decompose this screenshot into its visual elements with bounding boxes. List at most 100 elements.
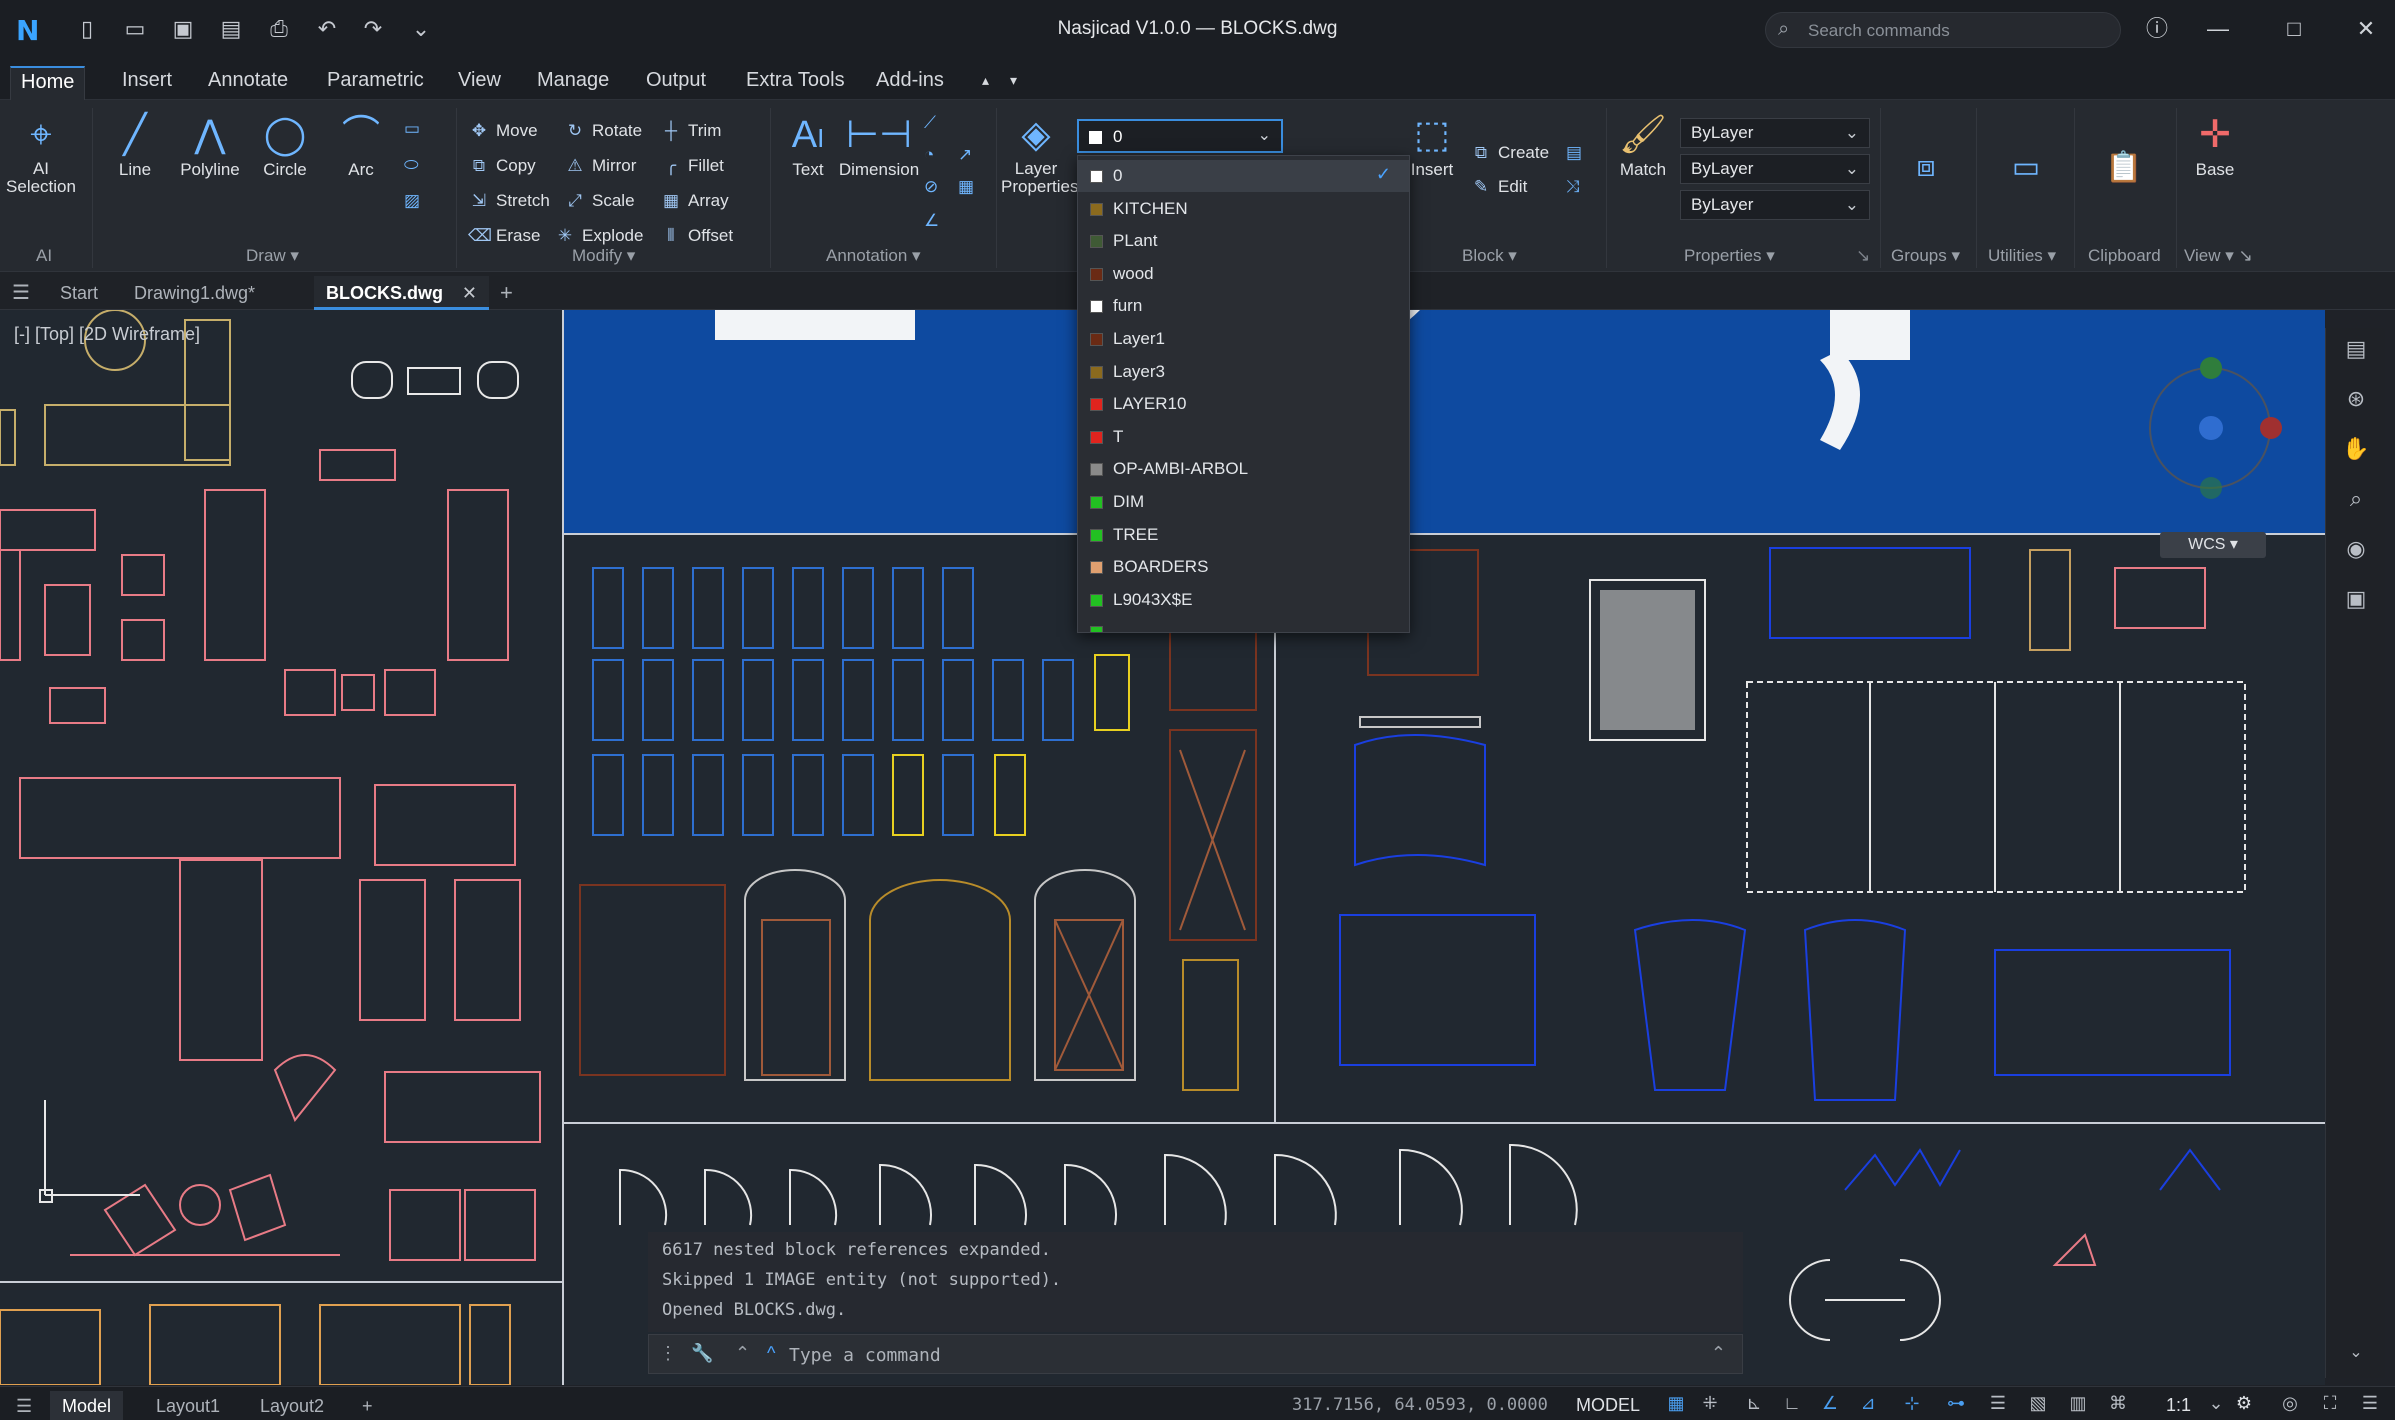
color-dropdown[interactable]: ByLayer ⌄ xyxy=(1680,118,1870,148)
layer-item[interactable]: L9043X$E xyxy=(1078,584,1409,616)
open-folder-icon[interactable]: ▭ xyxy=(120,14,150,44)
status-menu-icon[interactable]: ☰ xyxy=(4,1391,44,1420)
linetype-dropdown[interactable]: ByLayer ⌄ xyxy=(1680,154,1870,184)
search-input[interactable] xyxy=(1808,19,2108,43)
tab-layout1[interactable]: Layout1 xyxy=(144,1391,232,1420)
layer-item[interactable]: 0 ✓ xyxy=(1078,160,1409,192)
group-icon[interactable]: ⧈ xyxy=(1906,150,1946,184)
new-tab-button[interactable]: + xyxy=(488,276,525,310)
command-line[interactable]: ⋮ 🔧 ⌃ ^ ⌃ xyxy=(648,1334,1743,1374)
tab-parametric[interactable]: Parametric xyxy=(317,66,434,100)
stretch-button[interactable]: ⇲ Stretch xyxy=(468,186,550,216)
minimize-button[interactable]: — xyxy=(2198,12,2238,46)
close-tab-icon[interactable]: ✕ xyxy=(462,276,477,310)
polar-icon[interactable]: ∟ xyxy=(1780,1393,1804,1417)
fillet-button[interactable]: ╭ Fillet xyxy=(660,151,724,181)
steering-wheel-icon[interactable]: ⊛ xyxy=(2341,386,2371,416)
polyline-button[interactable]: ⋀ Polyline xyxy=(176,110,244,180)
base-view-button[interactable]: ✛ Base xyxy=(2188,110,2242,180)
command-input[interactable] xyxy=(789,1341,1589,1369)
customize-icon[interactable]: ☰ xyxy=(2358,1393,2382,1417)
ribbon-caret-up-icon[interactable]: ▴ xyxy=(972,66,999,100)
lineweight-icon[interactable]: ☰ xyxy=(1986,1393,2010,1417)
scale-button[interactable]: ⤢ Scale xyxy=(564,186,634,216)
ai-selection-button[interactable]: ⌖ AI Selection xyxy=(4,110,78,196)
tab-drawing1[interactable]: Drawing1.dwg* xyxy=(122,276,267,310)
layer-item[interactable]: KITCHEN xyxy=(1078,193,1409,225)
tab-home[interactable]: Home xyxy=(10,66,86,100)
ortho-icon[interactable]: ⊾ xyxy=(1742,1393,1766,1417)
tab-layout2[interactable]: Layout2 xyxy=(248,1391,336,1420)
layer-item[interactable]: Layer1 xyxy=(1078,323,1409,355)
workspace-gear-icon[interactable]: ⚙ xyxy=(2232,1393,2256,1417)
undo-icon[interactable]: ↶ xyxy=(312,14,342,44)
help-icon[interactable]: ⓘ xyxy=(2137,12,2177,46)
measure-icon[interactable]: ▭ xyxy=(2006,150,2046,185)
tab-extra-tools[interactable]: Extra Tools xyxy=(736,66,855,100)
arc-button[interactable]: ⌒ Arc xyxy=(330,110,392,180)
maximize-button[interactable]: □ xyxy=(2274,12,2314,46)
line-button[interactable]: ╱ Line xyxy=(104,110,166,180)
layer-item[interactable]: DIM xyxy=(1078,486,1409,518)
rotate-button[interactable]: ↻ Rotate xyxy=(564,116,642,146)
ellipse-icon[interactable]: ⬭ xyxy=(404,150,419,180)
edit-block-button[interactable]: ✎ Edit xyxy=(1470,172,1527,202)
panel-label-block[interactable]: Block ▾ xyxy=(1462,246,1517,266)
rectangle-icon[interactable]: ▭ xyxy=(404,114,420,144)
dimension-button[interactable]: ⊢⊣ Dimension xyxy=(836,110,922,180)
grip-icon[interactable]: ⋮ xyxy=(659,1343,677,1364)
layer-item[interactable]: PLant xyxy=(1078,225,1409,257)
block-edit-attr-icon[interactable]: ⤨ xyxy=(1566,172,1580,202)
recent-commands-icon[interactable]: ^ xyxy=(767,1343,775,1364)
redo-icon[interactable]: ↷ xyxy=(358,14,388,44)
layer-item[interactable]: OP-AMBI-ARBOL xyxy=(1078,453,1409,485)
hamburger-menu-icon[interactable]: ☰ xyxy=(0,276,42,310)
leader-icon[interactable]: ⟋ xyxy=(924,108,936,138)
layer-properties-button[interactable]: ◈ Layer Properties xyxy=(996,110,1078,196)
layer-item[interactable]: T xyxy=(1078,421,1409,453)
save-as-icon[interactable]: ▤ xyxy=(216,14,246,44)
array-button[interactable]: ▦ Array xyxy=(660,186,729,216)
layer-item[interactable]: TREE xyxy=(1078,519,1409,551)
showmotion-icon[interactable]: ▣ xyxy=(2341,586,2371,616)
panel-label-draw[interactable]: Draw ▾ xyxy=(246,246,299,266)
layer-item[interactable]: wood xyxy=(1078,258,1409,290)
text-button[interactable]: AI Text xyxy=(780,110,836,180)
tab-output[interactable]: Output xyxy=(636,66,716,100)
tab-add-ins[interactable]: Add-ins xyxy=(866,66,954,100)
viewport-controls[interactable]: [-] [Top] [2D Wireframe] xyxy=(14,324,200,345)
properties-palette-icon[interactable]: ▤ xyxy=(2341,336,2371,366)
history-up-icon[interactable]: ⌃ xyxy=(735,1343,750,1364)
transparency-icon[interactable]: ▧ xyxy=(2026,1393,2050,1417)
mirror-button[interactable]: ⚠ Mirror xyxy=(564,151,636,181)
table-icon[interactable]: ▦ xyxy=(958,172,974,202)
annotation-monitor-icon[interactable]: ⌘ xyxy=(2106,1393,2130,1417)
multileader-icon[interactable]: ↗ xyxy=(958,140,972,170)
pan-icon[interactable]: ✋ xyxy=(2341,436,2371,466)
layer-item[interactable]: BOARDERS xyxy=(1078,551,1409,583)
layer-item[interactable]: furn xyxy=(1078,290,1409,322)
close-button[interactable]: ✕ xyxy=(2346,12,2386,46)
print-icon[interactable]: ⎙ xyxy=(264,14,294,44)
dynamic-ucs-icon[interactable]: ⊶ xyxy=(1944,1393,1968,1417)
angular-icon[interactable]: ∠ xyxy=(924,206,939,236)
tab-blocks[interactable]: BLOCKS.dwg ✕ xyxy=(314,276,489,310)
search-box[interactable]: ⌕ xyxy=(1765,12,2121,48)
circle-button[interactable]: ◯ Circle xyxy=(254,110,316,180)
trim-button[interactable]: ┼ Trim xyxy=(660,116,721,146)
erase-button[interactable]: ⌫ Erase xyxy=(468,221,540,251)
otrack-icon[interactable]: ⊹ xyxy=(1900,1393,1924,1417)
copy-button[interactable]: ⧉ Copy xyxy=(468,151,536,181)
panel-label-groups[interactable]: Groups ▾ xyxy=(1891,246,1960,266)
orbit-icon[interactable]: ◉ xyxy=(2341,536,2371,566)
hatch-icon[interactable]: ▨ xyxy=(404,186,420,216)
selection-cycling-icon[interactable]: ▥ xyxy=(2066,1393,2090,1417)
expand-history-icon[interactable]: ⌃ xyxy=(1711,1343,1726,1364)
object-snap-icon[interactable]: ⊿ xyxy=(1856,1393,1880,1417)
layer-dropdown[interactable]: 0 ⌄ xyxy=(1077,119,1283,153)
tab-model[interactable]: Model xyxy=(50,1391,124,1420)
offset-button[interactable]: ⫴ Offset xyxy=(660,221,733,251)
wcs-menu[interactable]: WCS ▾ xyxy=(2160,532,2266,558)
tab-insert[interactable]: Insert xyxy=(112,66,182,100)
radius-icon[interactable]: ◔ xyxy=(924,140,934,170)
